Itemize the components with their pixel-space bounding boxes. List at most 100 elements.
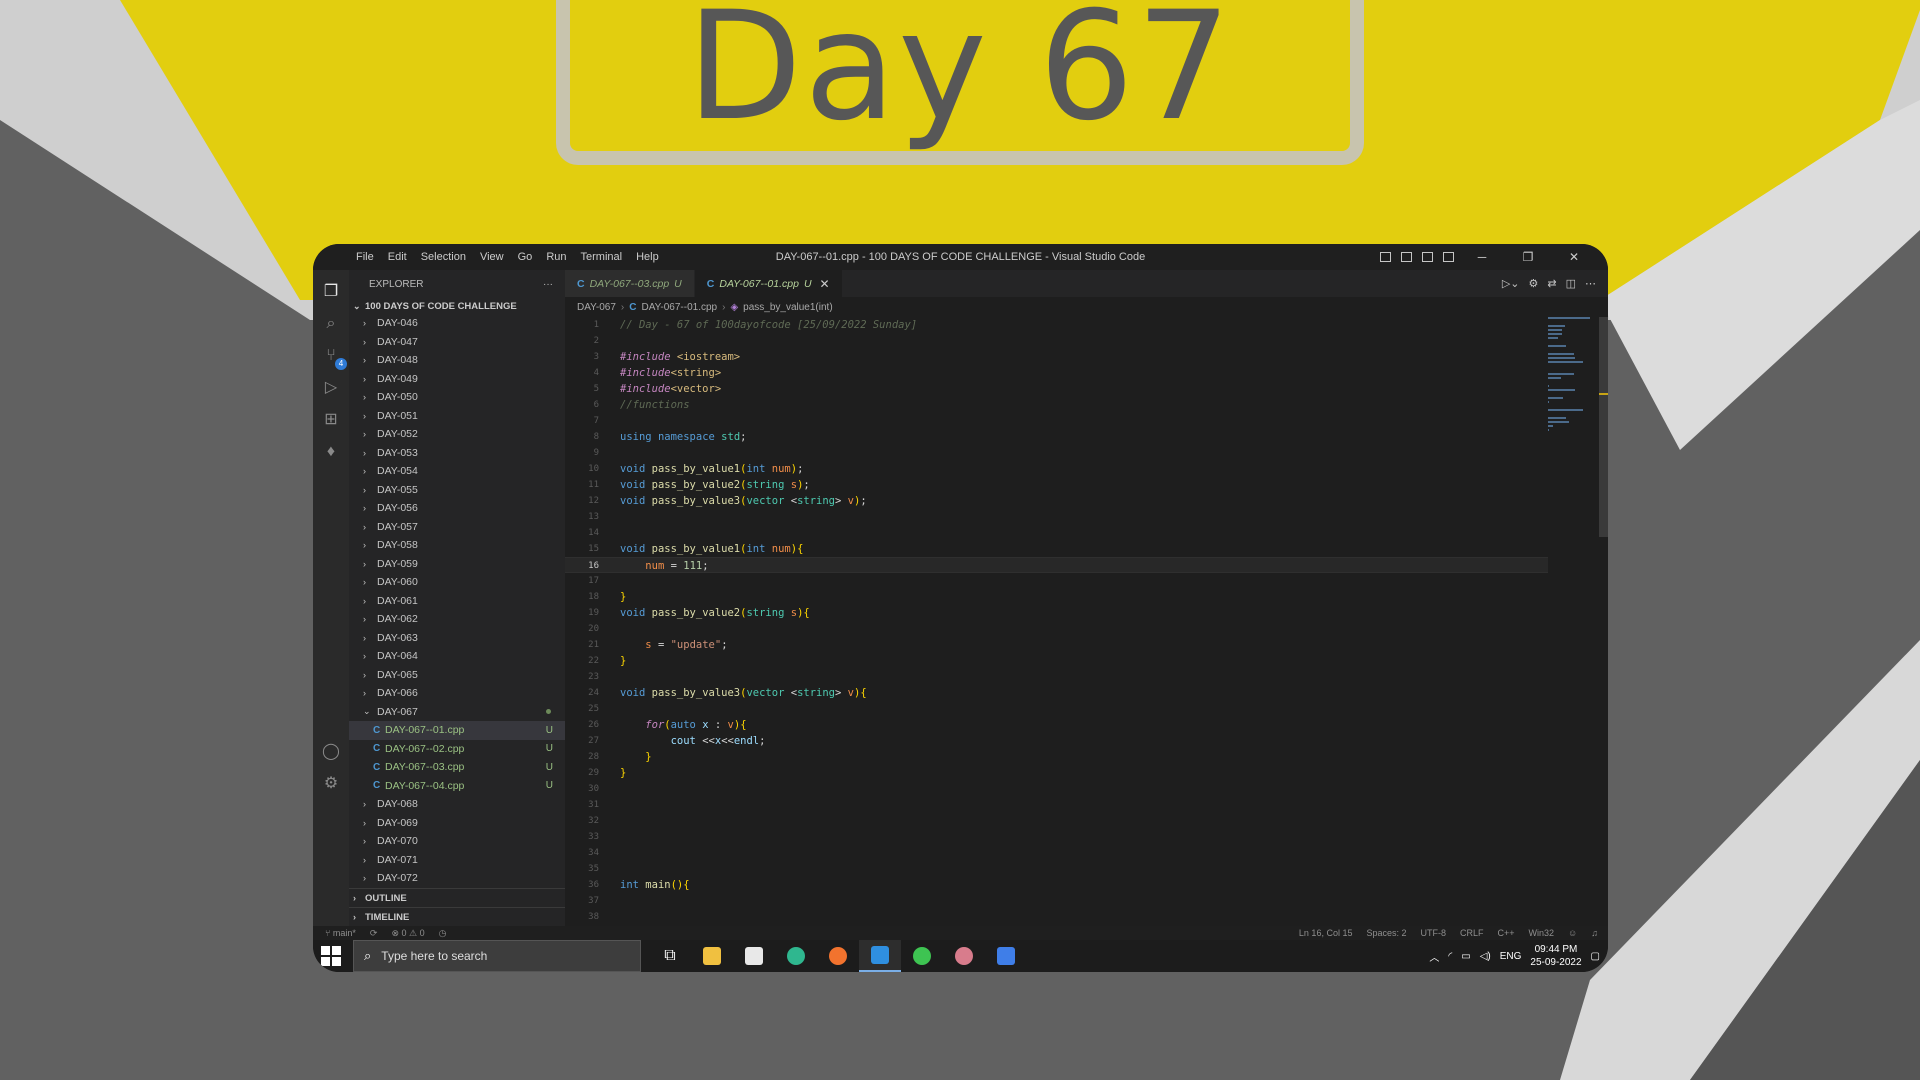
platform[interactable]: Win32	[1529, 928, 1555, 938]
folder-item[interactable]: › DAY-050	[349, 388, 565, 407]
folder-item[interactable]: › DAY-054	[349, 462, 565, 481]
code-line[interactable]: 16 num = 111;	[565, 557, 1548, 573]
code-line[interactable]: 4 #include<string>	[565, 365, 1548, 381]
folder-item[interactable]: › DAY-059	[349, 555, 565, 574]
menu-terminal[interactable]: Terminal	[574, 251, 630, 263]
volume-icon[interactable]: ◁)	[1480, 951, 1491, 962]
encoding[interactable]: UTF-8	[1421, 928, 1447, 938]
run-debug-icon[interactable]: ▷	[321, 378, 341, 398]
notification-center-icon[interactable]: ▢	[1591, 951, 1600, 962]
split-editor-icon[interactable]: ◫	[1566, 277, 1576, 290]
workspace-root[interactable]: ⌄ 100 DAYS OF CODE CHALLENGE	[349, 298, 565, 314]
run-icon[interactable]: ▷⌄	[1502, 277, 1520, 290]
gear-icon[interactable]: ⚙	[1529, 277, 1539, 290]
code-line[interactable]: 31	[565, 797, 1548, 813]
restore-button[interactable]: ❐	[1510, 250, 1546, 264]
code-line[interactable]: 10 void pass_by_value1(int num);	[565, 461, 1548, 477]
breadcrumb-folder[interactable]: DAY-067	[577, 302, 616, 313]
code-line[interactable]: 14	[565, 525, 1548, 541]
task-view-icon[interactable]: ⧉	[649, 940, 691, 972]
folder-item[interactable]: ⌄ DAY-067	[349, 703, 565, 722]
code-line[interactable]: 21 s = "update";	[565, 637, 1548, 653]
vertical-scrollbar[interactable]	[1599, 317, 1608, 537]
sync-icon[interactable]: ⟳	[370, 928, 378, 939]
feedback-icon[interactable]: ☺	[1568, 928, 1577, 938]
folder-item[interactable]: › DAY-070	[349, 832, 565, 851]
folder-item[interactable]: › DAY-053	[349, 444, 565, 463]
whatsapp-icon[interactable]	[901, 940, 943, 972]
network-icon[interactable]: ◜	[1448, 951, 1452, 962]
folder-item[interactable]: › DAY-072	[349, 869, 565, 884]
folder-item[interactable]: › DAY-048	[349, 351, 565, 370]
power-automate-icon[interactable]	[985, 940, 1027, 972]
search-icon[interactable]: ⌕	[321, 314, 341, 334]
menu-view[interactable]: View	[473, 251, 511, 263]
toggle-sidebar-icon[interactable]	[1380, 252, 1391, 262]
folder-item[interactable]: › DAY-051	[349, 407, 565, 426]
taskbar-search[interactable]: ⌕ Type here to search	[353, 940, 641, 972]
history-icon[interactable]: ◷	[439, 928, 447, 939]
outline-section[interactable]: › OUTLINE	[349, 888, 565, 907]
code-line[interactable]: 2	[565, 333, 1548, 349]
folder-item[interactable]: › DAY-069	[349, 814, 565, 833]
folder-item[interactable]: › DAY-046	[349, 314, 565, 333]
toggle-secondary-sidebar-icon[interactable]	[1422, 252, 1433, 262]
code-line[interactable]: 34	[565, 845, 1548, 861]
extensions-icon[interactable]: ⊞	[321, 410, 341, 430]
compare-icon[interactable]: ⇄	[1547, 277, 1556, 290]
chevron-up-icon[interactable]: ︿	[1429, 949, 1439, 964]
menu-go[interactable]: Go	[511, 251, 540, 263]
customize-layout-icon[interactable]	[1443, 252, 1454, 262]
line-endings[interactable]: CRLF	[1460, 928, 1484, 938]
settings-gear-icon[interactable]: ⚙	[321, 774, 341, 794]
code-line[interactable]: 22}	[565, 653, 1548, 669]
branch-indicator[interactable]: ⑂ main*	[325, 928, 356, 939]
upwork-icon[interactable]	[775, 940, 817, 972]
file-item[interactable]: C DAY-067--03.cpp U	[349, 758, 565, 777]
code-line[interactable]: 17	[565, 573, 1548, 589]
code-line[interactable]: 12 void pass_by_value3(vector <string> v)…	[565, 493, 1548, 509]
code-line[interactable]: 7	[565, 413, 1548, 429]
folder-item[interactable]: › DAY-057	[349, 518, 565, 537]
code-line[interactable]: 20	[565, 621, 1548, 637]
code-line[interactable]: 32	[565, 813, 1548, 829]
menu-edit[interactable]: Edit	[381, 251, 414, 263]
toggle-panel-icon[interactable]	[1401, 252, 1412, 262]
code-line[interactable]: 35	[565, 861, 1548, 877]
folder-item[interactable]: › DAY-068	[349, 795, 565, 814]
code-line[interactable]: 37	[565, 893, 1548, 909]
code-editor[interactable]: 1 // Day - 67 of 100dayofcode [25/09/2022…	[565, 317, 1548, 926]
code-line[interactable]: 24 void pass_by_value3(vector <string> v)…	[565, 685, 1548, 701]
timeline-section[interactable]: › TIMELINE	[349, 907, 565, 926]
python-icon[interactable]: ♦	[321, 442, 341, 462]
tab-day-067-01[interactable]: C DAY-067--01.cpp U ✕	[694, 270, 843, 297]
vscode-icon[interactable]	[859, 940, 901, 972]
code-line[interactable]: 28 }	[565, 749, 1548, 765]
store-icon[interactable]	[733, 940, 775, 972]
code-line[interactable]: 3 #include <iostream>	[565, 349, 1548, 365]
folder-item[interactable]: › DAY-071	[349, 851, 565, 870]
menu-help[interactable]: Help	[629, 251, 666, 263]
code-line[interactable]: 27 cout <<x<<endl;	[565, 733, 1548, 749]
file-explorer-icon[interactable]	[691, 940, 733, 972]
battery-icon[interactable]: ▭	[1461, 951, 1470, 962]
folder-item[interactable]: › DAY-064	[349, 647, 565, 666]
code-line[interactable]: 36 int main(){	[565, 877, 1548, 893]
code-line[interactable]: 11 void pass_by_value2(string s);	[565, 477, 1548, 493]
code-line[interactable]: 30	[565, 781, 1548, 797]
cursor-position[interactable]: Ln 16, Col 15	[1299, 928, 1353, 938]
folder-item[interactable]: › DAY-060	[349, 573, 565, 592]
more-icon[interactable]: ⋯	[1585, 277, 1596, 290]
folder-item[interactable]: › DAY-047	[349, 333, 565, 352]
close-tab-icon[interactable]: ✕	[820, 277, 830, 291]
folder-item[interactable]: › DAY-063	[349, 629, 565, 648]
folder-item[interactable]: › DAY-055	[349, 481, 565, 500]
file-item[interactable]: C DAY-067--01.cpp U	[349, 721, 565, 740]
code-line[interactable]: 18}	[565, 589, 1548, 605]
folder-item[interactable]: › DAY-062	[349, 610, 565, 629]
code-line[interactable]: 8 using namespace std;	[565, 429, 1548, 445]
taskbar-clock[interactable]: 09:44 PM 25-09-2022	[1530, 943, 1581, 969]
folder-item[interactable]: › DAY-061	[349, 592, 565, 611]
indentation[interactable]: Spaces: 2	[1366, 928, 1406, 938]
code-line[interactable]: 1 // Day - 67 of 100dayofcode [25/09/2022…	[565, 317, 1548, 333]
